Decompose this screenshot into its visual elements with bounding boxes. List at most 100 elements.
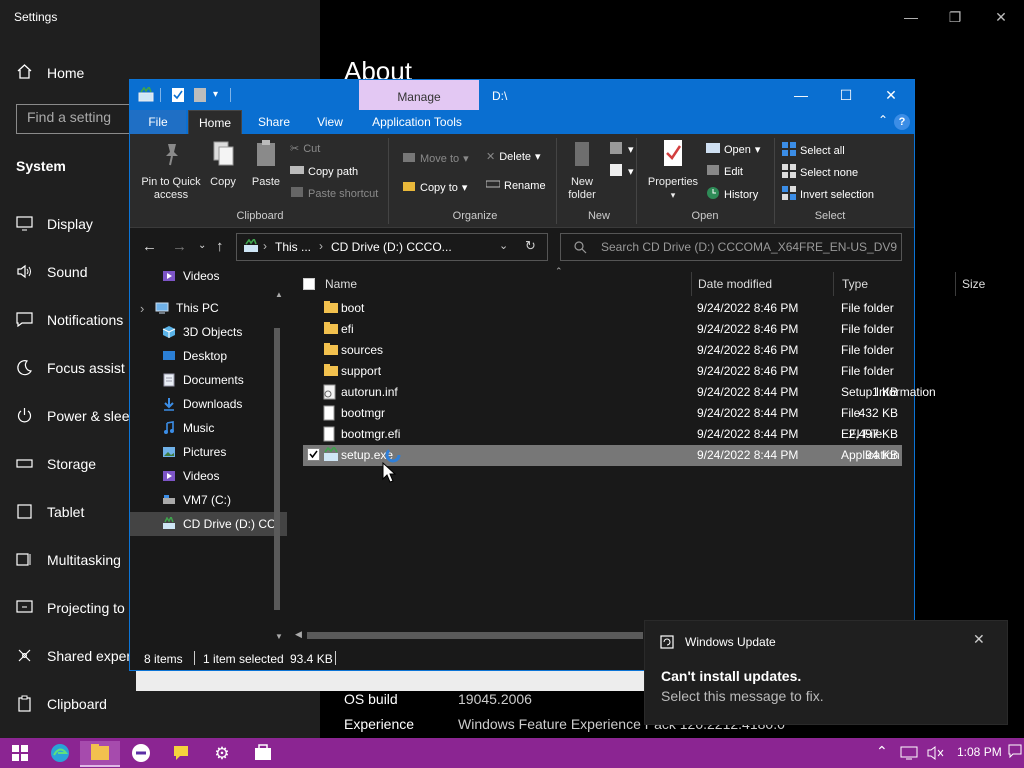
expand-chevron-icon[interactable]: › <box>140 301 144 316</box>
recent-locations-chevron-icon[interactable]: ⌄ <box>198 240 206 251</box>
windows-update-toast[interactable]: Windows Update ✕ Can't install updates. … <box>644 620 1008 725</box>
properties-button[interactable]: Properties ▾ <box>644 138 702 202</box>
delete-button[interactable]: ✕ Delete ▾ <box>486 150 541 164</box>
breadcrumb-this-pc[interactable]: This ... <box>275 240 311 254</box>
new-item-button[interactable]: ▾ <box>608 140 634 159</box>
close-button[interactable]: ✕ <box>868 80 914 110</box>
rename-button[interactable]: Rename <box>485 179 546 192</box>
cut-button[interactable]: ✂ Cut <box>290 142 320 156</box>
tab-application-tools[interactable]: Application Tools <box>362 110 472 134</box>
refresh-icon[interactable]: ↻ <box>525 238 536 254</box>
tab-file[interactable]: File <box>130 110 186 134</box>
nav-pane-item[interactable]: Desktop <box>130 344 287 368</box>
column-header-date-modified[interactable]: Date modified <box>698 272 772 296</box>
taskbar-edge-button[interactable] <box>40 741 80 767</box>
settings-nav-multitasking[interactable]: Multitasking <box>16 551 121 568</box>
nav-pane-item[interactable]: Pictures <box>130 440 287 464</box>
taskbar-file-explorer-button[interactable] <box>80 741 120 767</box>
tab-view[interactable]: View <box>304 110 356 134</box>
file-row[interactable]: bootmgr.efi 9/24/2022 8:44 PM EFI File 2,49… <box>303 424 902 445</box>
file-row[interactable]: support 9/24/2022 8:46 PM File folder <box>303 361 902 382</box>
network-icon[interactable] <box>900 745 918 764</box>
file-row[interactable]: sources 9/24/2022 8:46 PM File folder <box>303 340 902 361</box>
settings-close-button[interactable]: ✕ <box>978 4 1024 30</box>
taskbar-app-1-button[interactable] <box>121 741 161 767</box>
history-button[interactable]: History <box>706 186 758 203</box>
customize-quick-access-dropdown-icon[interactable]: ▾ <box>213 89 218 105</box>
toast-close-icon[interactable]: ✕ <box>973 631 985 648</box>
settings-nav-display[interactable]: Display <box>16 215 93 232</box>
settings-nav-storage[interactable]: Storage <box>16 455 96 472</box>
collapse-ribbon-icon[interactable]: ⌃ <box>878 113 888 127</box>
breadcrumb-cd-drive[interactable]: CD Drive (D:) CCCO... <box>331 240 452 254</box>
settings-home-link[interactable]: Home <box>16 63 84 83</box>
notification-center-icon[interactable] <box>1008 744 1022 761</box>
row-checkbox[interactable] <box>307 448 320 464</box>
pin-to-quick-access-button[interactable]: Pin to Quick access <box>136 138 206 202</box>
settings-nav-power-sleep[interactable]: Power & sleep <box>16 407 137 424</box>
column-header-name[interactable]: Name <box>325 272 357 296</box>
settings-nav-shared-experiences[interactable]: Shared exper <box>16 647 131 664</box>
address-bar[interactable]: › This ... › CD Drive (D:) CCCO... ⌄ ↻ <box>236 233 548 261</box>
settings-nav-clipboard[interactable]: Clipboard <box>16 695 107 712</box>
nav-pane-item[interactable]: CD Drive (D:) CC <box>130 512 287 536</box>
taskbar-settings-button[interactable]: ⚙ <box>202 741 242 767</box>
settings-nav-notifications[interactable]: Notifications <box>16 311 123 328</box>
settings-minimize-button[interactable]: — <box>888 4 934 30</box>
scroll-up-icon[interactable]: ▲ <box>275 290 283 299</box>
copy-button[interactable]: Copy <box>206 138 240 189</box>
minimize-button[interactable]: — <box>778 80 824 110</box>
properties-quick-icon[interactable] <box>171 87 185 103</box>
settings-nav-projecting[interactable]: Projecting to <box>16 599 125 616</box>
clock-time[interactable]: 1:08 PM <box>957 745 1002 759</box>
new-folder-button[interactable]: New folder <box>562 138 602 202</box>
nav-pane-item[interactable]: VM7 (C:) <box>130 488 287 512</box>
edit-button[interactable]: Edit <box>706 164 743 179</box>
file-row[interactable]: bootmgr 9/24/2022 8:44 PM File 432 KB <box>303 403 902 424</box>
taskbar-app-2-button[interactable] <box>243 741 283 767</box>
tab-home[interactable]: Home <box>188 110 242 134</box>
nav-pane-item[interactable]: 3D Objects <box>130 320 287 344</box>
settings-nav-focus-assist[interactable]: Focus assist <box>16 359 125 376</box>
paste-button[interactable]: Paste <box>246 138 286 189</box>
file-row[interactable]: autorun.inf 9/24/2022 8:44 PM Setup Inform… <box>303 382 936 403</box>
maximize-button[interactable]: ☐ <box>823 80 869 110</box>
forward-arrow-icon[interactable]: → <box>172 238 187 255</box>
address-history-chevron-icon[interactable]: ⌄ <box>499 239 508 252</box>
file-row[interactable]: boot 9/24/2022 8:46 PM File folder <box>303 298 902 319</box>
new-folder-quick-icon[interactable] <box>193 87 207 103</box>
volume-muted-icon[interactable] <box>926 745 944 764</box>
show-hidden-icons-chevron-icon[interactable]: ⌃ <box>876 743 888 760</box>
nav-pane-item[interactable]: Documents <box>130 368 287 392</box>
scroll-left-icon[interactable]: ◀ <box>295 629 302 640</box>
settings-nav-sound[interactable]: Sound <box>16 263 87 280</box>
column-header-size[interactable]: Size <box>962 272 985 296</box>
select-all-button[interactable]: Select all <box>782 142 845 159</box>
file-row[interactable]: efi 9/24/2022 8:46 PM File folder <box>303 319 902 340</box>
copy-path-button[interactable]: Copy path <box>290 164 358 179</box>
nav-pane-item[interactable]: Videos <box>130 464 287 488</box>
back-arrow-icon[interactable]: ← <box>142 238 157 255</box>
paste-shortcut-button[interactable]: Paste shortcut <box>290 186 378 201</box>
move-to-button[interactable]: Move to ▾ <box>402 150 469 167</box>
search-input[interactable]: Search CD Drive (D:) CCCOMA_X64FRE_EN-US… <box>560 233 902 261</box>
settings-nav-tablet[interactable]: Tablet <box>16 503 84 520</box>
settings-restore-button[interactable]: ❐ <box>932 4 978 30</box>
column-header-type[interactable]: Type <box>842 272 868 296</box>
nav-pane-scrollbar[interactable]: ▲ ▼ <box>271 288 283 660</box>
nav-pane-item[interactable]: Videos <box>130 268 287 288</box>
nav-pane-item[interactable]: Music <box>130 416 287 440</box>
open-button[interactable]: Open ▾ <box>706 142 760 157</box>
nav-pane-scroll-thumb[interactable] <box>274 328 280 610</box>
manage-context-tab[interactable]: Manage <box>359 80 479 110</box>
help-icon[interactable]: ? <box>894 114 910 130</box>
nav-pane-item[interactable]: Downloads <box>130 392 287 416</box>
invert-selection-button[interactable]: Invert selection <box>782 186 874 203</box>
nav-pane-item[interactable]: › This PC <box>130 296 287 320</box>
taskbar-tips-button[interactable] <box>161 741 201 767</box>
horizontal-scroll-thumb[interactable] <box>307 632 643 639</box>
copy-to-button[interactable]: Copy to ▾ <box>402 179 467 196</box>
up-arrow-icon[interactable]: ↑ <box>216 238 224 255</box>
easy-access-button[interactable]: ▾ <box>608 162 634 181</box>
tab-share[interactable]: Share <box>248 110 300 134</box>
